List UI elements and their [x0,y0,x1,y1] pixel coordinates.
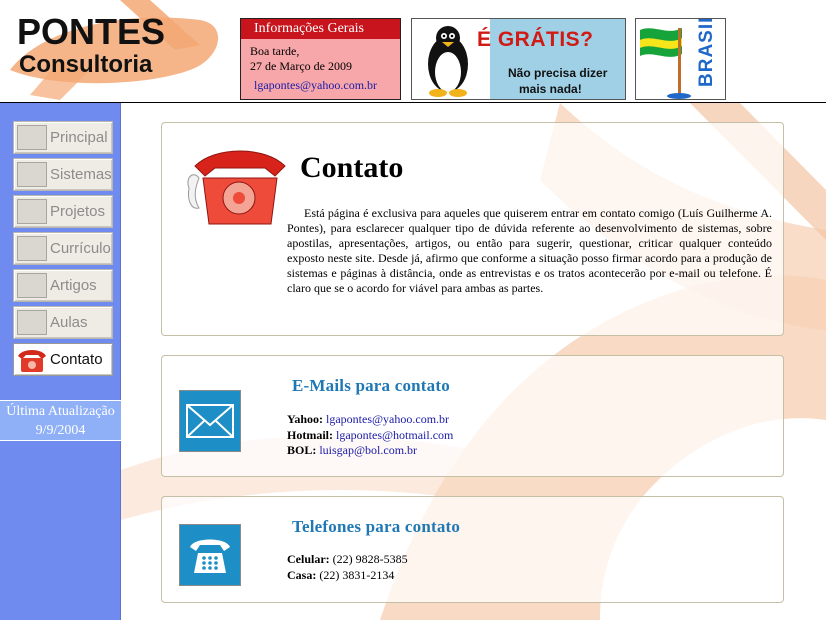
sidebar-item-aulas[interactable]: Aulas [13,306,113,339]
list-item: Yahoo: lgapontes@yahoo.com.br [287,412,453,428]
red-telephone-icon [187,150,286,225]
email-section-title: E-Mails para contato [292,376,450,395]
email-label: BOL: [287,443,317,457]
phone-contact-panel: Telefones para contato Celular: (22) 982… [161,496,784,603]
email-contact-panel: E-Mails para contato Yahoo: lgapontes@ya… [161,355,784,477]
sidebar-item-curriculo[interactable]: Currículo [13,232,113,265]
aulas-thumb-icon [17,310,47,335]
info-box-title: Informações Gerais [241,19,400,39]
list-item: Celular: (22) 9828-5385 [287,552,408,568]
email-link[interactable]: luisgap@bol.com.br [319,443,417,457]
banner-title: É GRÁTIS? [477,28,594,51]
banner-line-1: Não precisa dizer [508,66,608,80]
email-list: Yahoo: lgapontes@yahoo.com.br Hotmail: l… [287,412,453,459]
projetos-thumb-icon [17,199,47,224]
email-link[interactable]: lgapontes@hotmail.com [336,428,453,442]
sidebar: Principal Sistemas Projetos Currículo Ar… [0,103,121,620]
sidebar-item-label: Currículo [50,240,111,257]
contact-intro-panel: Contato Está página é exclusiva para aqu… [161,122,784,336]
artigos-thumb-icon [17,273,47,298]
sidebar-item-label: Principal [50,129,108,146]
list-item: BOL: luisgap@bol.com.br [287,443,453,459]
brasil-banner[interactable]: BRASIL [635,18,726,100]
last-update-date: 9/9/2004 [35,423,86,438]
last-update-label: Última Atualização [6,404,115,419]
sidebar-item-sistemas[interactable]: Sistemas [13,158,113,191]
email-label: Yahoo: [287,412,324,426]
tux-penguin-icon [428,26,468,97]
sidebar-item-label: Artigos [50,277,97,294]
brasil-text: BRASIL [696,18,717,87]
info-box: Informações Gerais Boa tarde, 27 de Març… [240,18,401,100]
curriculo-thumb-icon [17,236,47,261]
email-link[interactable]: lgapontes@yahoo.com.br [326,412,449,426]
phone-list: Celular: (22) 9828-5385 Casa: (22) 3831-… [287,552,408,583]
telephone-icon [179,524,241,586]
list-item: Casa: (22) 3831-2134 [287,568,408,584]
sidebar-item-artigos[interactable]: Artigos [13,269,113,302]
last-update-box: Última Atualização 9/9/2004 [0,400,121,441]
principal-thumb-icon [17,125,47,150]
envelope-icon [179,390,241,452]
sidebar-item-label: Contato [50,351,103,368]
sidebar-item-principal[interactable]: Principal [13,121,113,154]
banner-line-2: mais nada! [519,82,582,96]
intro-paragraph: Está página é exclusiva para aqueles que… [287,206,772,295]
phone-number: (22) 3831-2134 [319,567,395,582]
phone-section-title: Telefones para contato [292,517,461,536]
greeting-text: Boa tarde, [250,44,300,58]
logo-subtitle: Consultoria [19,51,153,78]
gratis-banner[interactable]: É GRÁTIS? Não precisa dizer mais nada! [411,18,626,100]
list-item: Hotmail: lgapontes@hotmail.com [287,428,453,444]
phone-label: Celular: [287,552,330,566]
brazil-flag-icon [640,28,691,99]
email-label: Hotmail: [287,427,333,442]
site-logo[interactable]: PONTES Consultoria [0,0,230,102]
phone-number: (22) 9828-5385 [332,552,408,566]
sidebar-item-label: Aulas [50,314,88,331]
current-date: 27 de Março de 2009 [250,59,352,73]
sistemas-thumb-icon [17,162,47,187]
sidebar-item-contato[interactable]: Contato [13,343,113,376]
logo-title: PONTES [17,11,166,52]
sidebar-item-projetos[interactable]: Projetos [13,195,113,228]
header-email-link[interactable]: lgapontes@yahoo.com.br [241,78,400,93]
red-telephone-icon [18,350,46,372]
site-header: PONTES Consultoria Informações Gerais Bo… [0,0,826,103]
page-title: Contato [300,151,404,184]
sidebar-item-label: Projetos [50,203,106,220]
phone-label: Casa: [287,567,317,582]
sidebar-item-label: Sistemas [50,166,112,183]
